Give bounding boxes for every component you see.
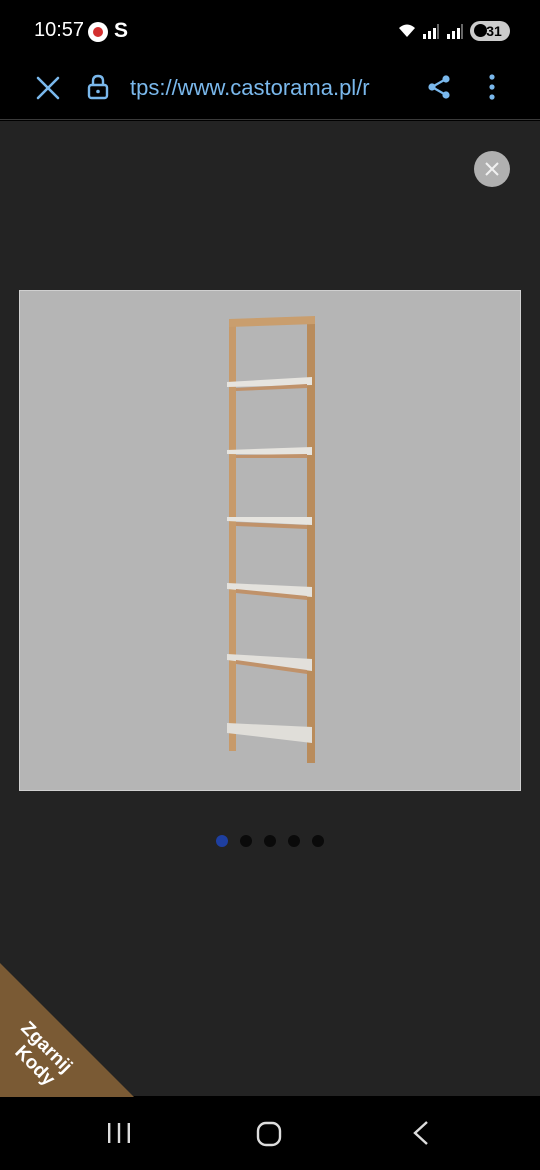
battery-icon: 31 (470, 21, 510, 41)
close-icon[interactable] (34, 74, 62, 102)
more-vert-icon[interactable] (486, 72, 498, 102)
pagination-dot[interactable] (264, 835, 276, 847)
gallery-pagination (216, 835, 324, 847)
wifi-icon (399, 24, 415, 37)
lock-icon[interactable] (87, 74, 109, 100)
carrier-glyph: S (114, 19, 129, 42)
ladder-shelf-illustration (227, 316, 315, 763)
status-indicators: 31 (398, 20, 510, 42)
signal-icon (423, 24, 439, 39)
share-icon[interactable] (426, 74, 452, 100)
app-notification-icon (88, 22, 108, 42)
status-time: 10:57 (34, 19, 85, 41)
home-icon[interactable] (256, 1121, 282, 1147)
back-icon[interactable] (410, 1119, 432, 1147)
url-field[interactable]: tps://www.castorama.pl/r (130, 75, 402, 101)
viewer-close-button[interactable] (474, 151, 510, 187)
pagination-dot[interactable] (240, 835, 252, 847)
charging-icon (474, 24, 487, 37)
pagination-dot[interactable] (312, 835, 324, 847)
shelves (227, 377, 312, 743)
image-viewer (0, 121, 540, 1096)
pagination-dot[interactable] (288, 835, 300, 847)
product-image[interactable] (19, 290, 521, 791)
promo-corner-badge[interactable]: Zgarnij Kody (0, 963, 134, 1097)
recents-icon[interactable] (106, 1121, 132, 1145)
battery-level: 31 (486, 23, 502, 39)
system-nav-bar (0, 1097, 540, 1170)
status-bar: 10:57 S 31 (0, 0, 540, 62)
close-icon (485, 162, 499, 176)
browser-toolbar: tps://www.castorama.pl/r (0, 62, 540, 120)
signal-icon (447, 24, 463, 39)
pagination-dot[interactable] (216, 835, 228, 847)
